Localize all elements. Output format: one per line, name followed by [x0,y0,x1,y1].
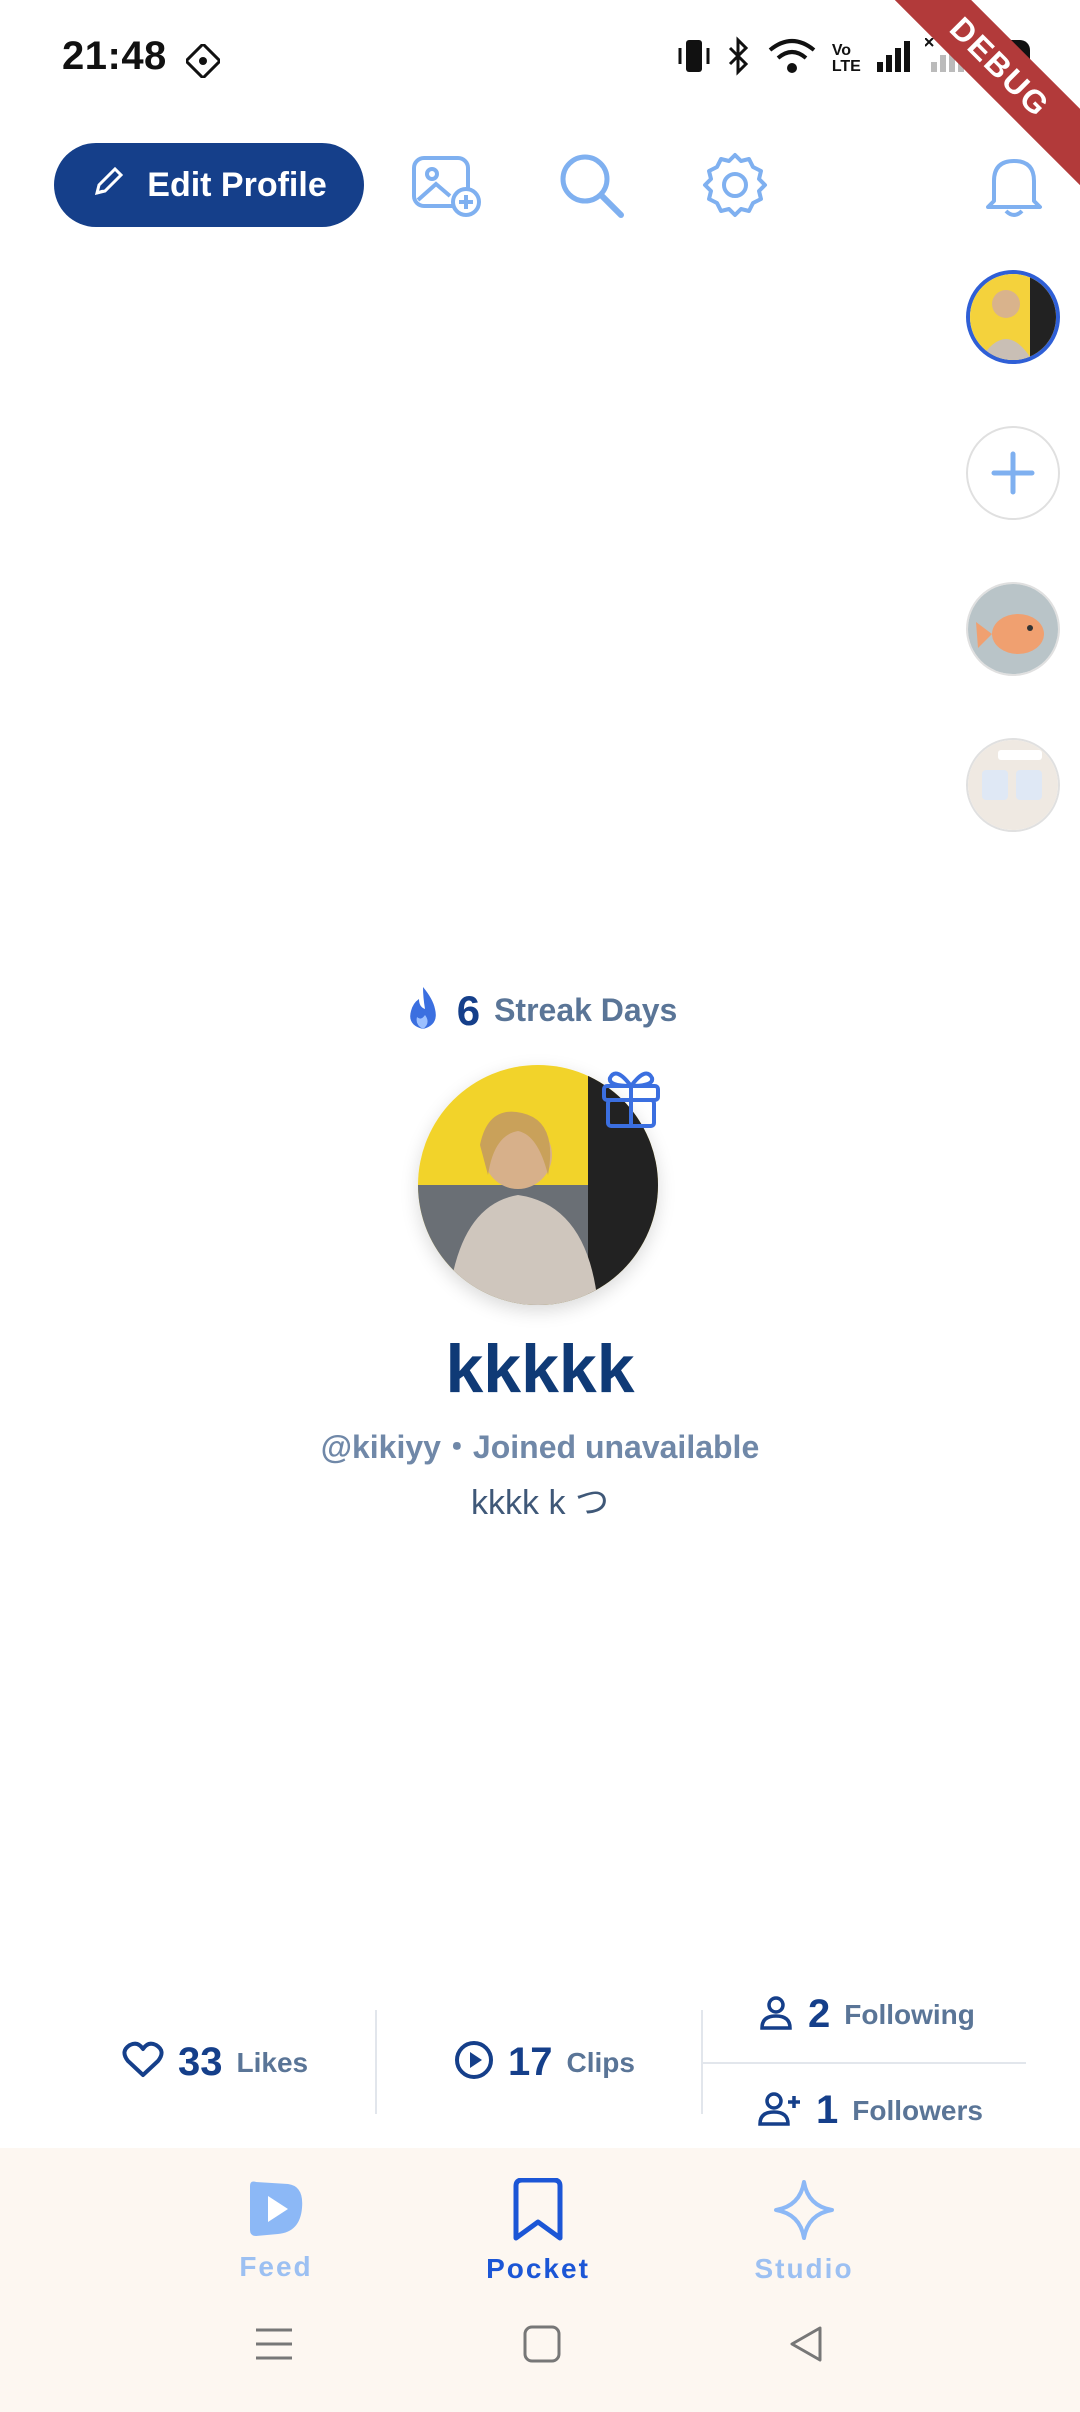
likes-label: Likes [236,2046,309,2078]
rail-screenshot-thumbnail[interactable] [966,738,1060,832]
home-icon[interactable] [522,2324,562,2369]
bell-icon[interactable] [974,145,1054,225]
sparkle-icon [772,2178,836,2247]
followers-stat[interactable]: 1 Followers [758,2088,983,2133]
bookmark-icon [508,2177,568,2247]
flame-icon [403,985,443,1036]
stats-divider [375,2010,377,2114]
edit-profile-button[interactable]: Edit Profile [54,143,364,227]
nav-label-pocket: Pocket [486,2253,590,2284]
add-photo-icon[interactable] [406,145,486,225]
nav-item-pocket[interactable]: Pocket [438,2177,638,2285]
streak-count: 6 [456,986,481,1034]
streak-row: 6 Streak Days [0,985,1080,1036]
clips-count: 17 [508,2040,553,2084]
clips-stat[interactable]: 17 Clips [454,2040,635,2085]
shield-status-icon [183,41,223,83]
heart-icon [122,2041,164,2084]
volte-icon: Vo LTE [831,41,861,75]
add-person-icon [758,2090,802,2131]
streak-label: Streak Days [494,992,678,1028]
pencil-icon [91,163,127,208]
profile-bio: kkkk k つ [471,1484,609,1522]
following-stat[interactable]: 2 Following [758,1992,975,2037]
play-circle-icon [454,2040,494,2085]
rail-add-button[interactable] [966,426,1060,520]
signal-icon [875,38,911,79]
followers-count: 1 [816,2088,839,2132]
following-count: 2 [808,1992,831,2036]
menu-icon[interactable] [254,2326,294,2367]
settings-icon[interactable] [695,145,775,225]
feed-icon [244,2178,308,2245]
wifi-icon [766,36,818,81]
followers-label: Followers [852,2094,983,2126]
following-label: Following [844,1998,975,2030]
person-icon [758,1994,794,2035]
gift-icon[interactable] [596,1064,666,1135]
stats-row-divider [702,2062,1026,2064]
nav-label-studio: Studio [754,2253,854,2284]
search-icon[interactable] [551,145,631,225]
vibrate-icon [676,36,712,81]
likes-stat[interactable]: 33 Likes [122,2040,308,2085]
likes-count: 33 [178,2040,223,2084]
nav-label-feed: Feed [239,2251,313,2282]
status-time: 21:48 [62,34,167,78]
back-icon[interactable] [786,2324,826,2369]
nav-item-studio[interactable]: Studio [704,2178,904,2285]
edit-profile-label: Edit Profile [147,165,327,204]
bluetooth-icon [726,36,752,81]
profile-name: kkkkk [445,1331,635,1407]
clips-label: Clips [566,2046,635,2078]
profile-handle-joined: @kikiyy・Joined unavailable [320,1429,760,1465]
rail-profile-avatar[interactable] [966,270,1060,364]
rail-fish-thumbnail[interactable] [966,582,1060,676]
nav-item-feed[interactable]: Feed [176,2178,376,2283]
